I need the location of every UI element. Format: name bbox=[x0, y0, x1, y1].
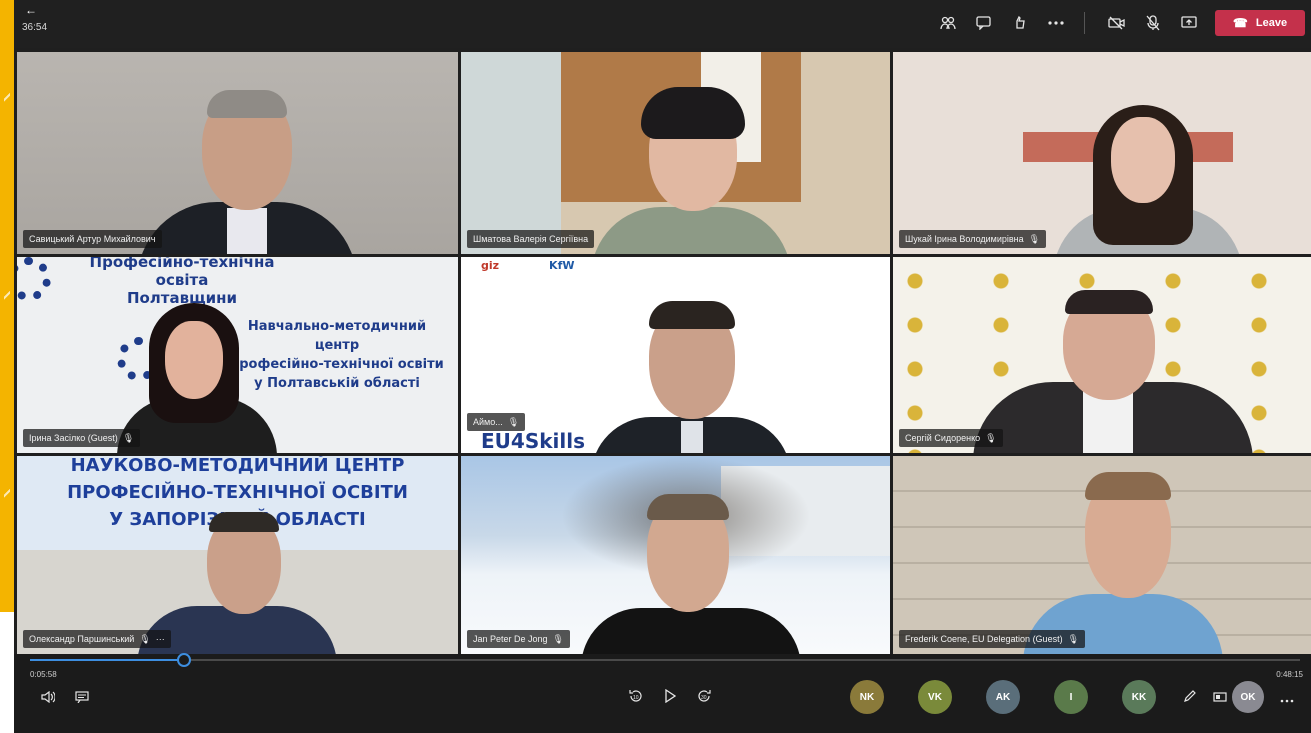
logo-strip: giz KfW bbox=[481, 259, 575, 272]
progress-bar[interactable] bbox=[30, 653, 1300, 667]
participant-avatar-ak[interactable]: AK bbox=[986, 680, 1020, 714]
playback-controls: 0:05:58 0:48:15 10 30 NK VK AK I KK OK bbox=[14, 653, 1311, 733]
video-tile-6[interactable]: Сергій Сидоренко 🎙 bbox=[893, 257, 1311, 453]
more-options-icon[interactable] bbox=[1276, 688, 1298, 710]
eu4skills-logo: EU4Skills bbox=[481, 429, 585, 453]
play-icon[interactable] bbox=[660, 688, 680, 710]
more-options-icon[interactable]: ··· bbox=[156, 630, 165, 648]
microphone-icon: 🎙 bbox=[1067, 634, 1080, 644]
video-tile-3[interactable]: Шукай Ірина Володимирівна 🎙 bbox=[893, 52, 1311, 254]
microphone-icon: 🎙 bbox=[139, 634, 151, 644]
left-strip bbox=[0, 654, 14, 733]
participant-nametag: Савицький Артур Михайлович bbox=[23, 230, 162, 248]
participant-name: Сергій Сидоренко bbox=[905, 433, 981, 443]
participant-name: Шукай Ірина Володимирівна bbox=[905, 234, 1024, 244]
microphone-icon: 🎙 bbox=[1028, 234, 1041, 244]
microphone-icon: 🎙 bbox=[507, 417, 520, 427]
svg-text:10: 10 bbox=[633, 695, 639, 701]
participant-nametag: Шукай Ірина Володимирівна 🎙 bbox=[899, 230, 1047, 248]
participant-name: Frederik Coene, EU Delegation (Guest) bbox=[905, 634, 1063, 644]
participant-name: Олександр Паршинський bbox=[29, 634, 135, 644]
progress-knob[interactable] bbox=[176, 653, 191, 667]
banner-poltava-center: Навчально-методичний центр професійно-те… bbox=[230, 319, 444, 391]
camera-off-icon[interactable] bbox=[1103, 10, 1131, 36]
meeting-top-bar: ← 36:54 ☎ Leave bbox=[14, 0, 1311, 48]
participant-avatar-vk[interactable]: VK bbox=[918, 680, 952, 714]
participant-nametag: Аймо... 🎙 bbox=[467, 413, 526, 431]
video-tile-7[interactable]: НАУКОВО-МЕТОДИЧНИЙ ЦЕНТР ПРОФЕСІЙНО-ТЕХН… bbox=[17, 456, 458, 654]
leave-button-label: Leave bbox=[1255, 17, 1288, 29]
rewind-10-icon[interactable]: 10 bbox=[626, 688, 646, 710]
participant-nametag: Олександр Паршинський 🎙 ··· bbox=[23, 630, 171, 648]
participant-nametag: Сергій Сидоренко 🎙 bbox=[899, 429, 1003, 447]
yellow-edge-decoration bbox=[0, 0, 14, 612]
participant-name: Савицький Артур Михайлович bbox=[29, 234, 156, 244]
share-screen-icon[interactable] bbox=[1175, 10, 1203, 36]
participants-icon[interactable] bbox=[934, 10, 962, 36]
microphone-icon: 🎙 bbox=[985, 433, 997, 443]
video-tile-2[interactable]: Шматова Валерія Сергіївна bbox=[461, 52, 890, 254]
current-time: 0:05:58 bbox=[30, 670, 57, 679]
microphone-icon: 🎙 bbox=[552, 634, 564, 644]
participant-avatar-i[interactable]: I bbox=[1054, 680, 1088, 714]
captions-icon[interactable] bbox=[72, 688, 92, 710]
participant-name: Аймо... bbox=[473, 417, 503, 427]
participant-nametag: Frederik Coene, EU Delegation (Guest) 🎙 bbox=[899, 630, 1086, 648]
banner-poltava-top: Професійно-технічна освіта Полтавщини bbox=[89, 257, 275, 307]
forward-30-icon[interactable]: 30 bbox=[694, 688, 714, 710]
microphone-icon: 🎙 bbox=[122, 433, 135, 443]
video-tile-1[interactable]: Савицький Артур Михайлович bbox=[17, 52, 458, 254]
video-tile-5[interactable]: giz KfW EU4Skills Аймо... 🎙 bbox=[461, 257, 890, 453]
chat-icon[interactable] bbox=[970, 10, 998, 36]
svg-text:30: 30 bbox=[701, 695, 707, 701]
more-options-icon[interactable] bbox=[1042, 10, 1070, 36]
video-tile-4[interactable]: Професійно-технічна освіта Полтавщини На… bbox=[17, 257, 458, 453]
end-time: 0:48:15 bbox=[1276, 670, 1303, 679]
participant-nametag: Ірина Засілко (Guest) 🎙 bbox=[23, 429, 141, 447]
back-arrow-icon[interactable]: ← bbox=[20, 2, 42, 18]
progress-fill bbox=[30, 659, 184, 661]
hang-up-icon: ☎ bbox=[1232, 16, 1248, 30]
screen-mode-icon[interactable] bbox=[1210, 688, 1230, 710]
pen-icon[interactable] bbox=[1180, 688, 1200, 710]
teams-meeting-window: ← 36:54 ☎ Leave Савицький Артур Михайлов… bbox=[14, 0, 1311, 733]
toolbar-divider bbox=[1084, 12, 1085, 34]
participant-nametag: Шматова Валерія Сергіївна bbox=[467, 230, 595, 248]
self-avatar[interactable]: OK bbox=[1232, 681, 1264, 713]
mic-off-icon[interactable] bbox=[1139, 10, 1167, 36]
leave-button[interactable]: ☎ Leave bbox=[1215, 10, 1305, 36]
participant-name: Jan Peter De Jong bbox=[473, 634, 548, 644]
meeting-controls bbox=[926, 10, 1203, 36]
participant-avatar-kk[interactable]: KK bbox=[1122, 680, 1156, 714]
participant-name: Шматова Валерія Сергіївна bbox=[473, 234, 589, 244]
video-grid: Савицький Артур Михайлович Шматова Валер… bbox=[17, 52, 1311, 654]
participant-avatar-nk[interactable]: NK bbox=[850, 680, 884, 714]
volume-icon[interactable] bbox=[38, 688, 58, 710]
participant-name: Ірина Засілко (Guest) bbox=[29, 433, 118, 443]
reactions-icon[interactable] bbox=[1006, 10, 1034, 36]
video-tile-8[interactable]: Jan Peter De Jong 🎙 bbox=[461, 456, 890, 654]
video-tile-9[interactable]: Frederik Coene, EU Delegation (Guest) 🎙 bbox=[893, 456, 1311, 654]
meeting-timer: 36:54 bbox=[22, 22, 48, 33]
participant-nametag: Jan Peter De Jong 🎙 bbox=[467, 630, 570, 648]
screen: ← 36:54 ☎ Leave Савицький Артур Михайлов… bbox=[0, 0, 1311, 733]
